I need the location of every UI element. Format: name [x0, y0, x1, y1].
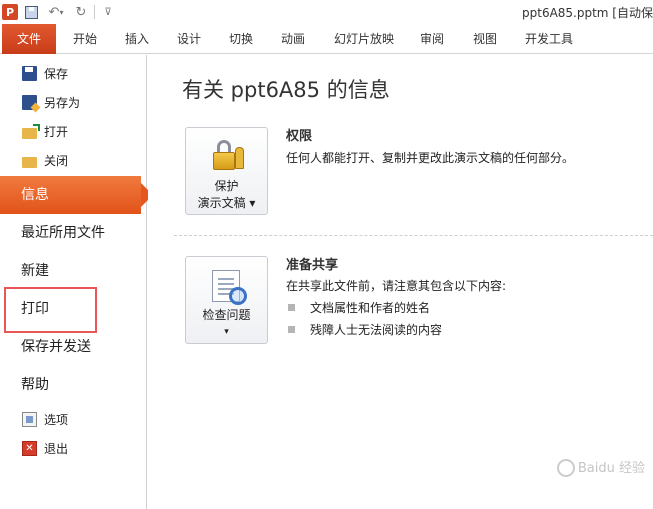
print-highlight-box	[4, 287, 97, 333]
tab-transitions[interactable]: 切换	[221, 24, 261, 54]
prepare-desc: 在共享此文件前，请注意其包含以下内容:	[286, 279, 507, 293]
tab-slideshow[interactable]: 幻灯片放映	[326, 24, 402, 54]
title-bar: P ↶ ▾ ↻ ⊽ ppt6A85.pptm [自动保	[0, 0, 653, 24]
undo-icon[interactable]: ↶ ▾	[44, 3, 68, 21]
nav-save-as-label: 另存为	[44, 96, 81, 110]
tab-design[interactable]: 设计	[169, 24, 209, 54]
powerpoint-logo-icon[interactable]: P	[2, 4, 18, 20]
protect-button-sublabel: 演示文稿 ▾	[197, 196, 256, 210]
nav-close[interactable]: 关闭	[0, 146, 147, 175]
nav-open[interactable]: 打开	[0, 117, 147, 146]
nav-save-send[interactable]: 保存并发送	[0, 328, 147, 366]
check-issues-label: 检查问题	[202, 308, 251, 322]
check-issues-dropdown-icon: ▾	[224, 327, 229, 337]
redo-icon[interactable]: ↻	[72, 3, 90, 21]
nav-recent[interactable]: 最近所用文件	[0, 214, 147, 252]
tab-insert[interactable]: 插入	[117, 24, 157, 54]
save-icon[interactable]	[22, 3, 40, 21]
nav-close-label: 关闭	[44, 154, 69, 168]
save-icon	[22, 66, 37, 81]
page-title: 有关 ppt6A85 的信息	[182, 78, 390, 102]
nav-options[interactable]: 选项	[0, 405, 147, 434]
list-item: 文档属性和作者的姓名	[288, 299, 430, 316]
inspect-document-icon	[209, 267, 247, 305]
close-folder-icon	[22, 156, 37, 168]
nav-open-label: 打开	[44, 125, 69, 139]
protect-button-label: 保护	[214, 179, 239, 193]
nav-info[interactable]: 信息	[0, 176, 153, 214]
tab-developer[interactable]: 开发工具	[518, 24, 580, 54]
nav-exit[interactable]: ✕ 退出	[0, 434, 147, 463]
prepare-title: 准备共享	[286, 258, 339, 273]
tab-animations[interactable]: 动画	[273, 24, 313, 54]
list-item: 残障人士无法阅读的内容	[288, 321, 442, 338]
permissions-title: 权限	[286, 129, 313, 144]
lock-icon	[209, 138, 245, 174]
watermark-logo-icon	[556, 459, 575, 477]
protect-presentation-button[interactable]: 保护 演示文稿 ▾	[185, 127, 268, 215]
nav-help[interactable]: 帮助	[0, 366, 147, 404]
tab-home[interactable]: 开始	[65, 24, 105, 54]
tab-file[interactable]: 文件	[2, 24, 56, 54]
open-folder-icon	[22, 123, 40, 139]
info-panel: 有关 ppt6A85 的信息 保护 演示文稿 ▾ 权限 任何人都能打开、复制并更…	[148, 55, 653, 509]
tab-review[interactable]: 审阅	[412, 24, 452, 54]
nav-save-label: 保存	[44, 67, 69, 81]
options-icon	[22, 412, 37, 427]
document-title: ppt6A85.pptm [自动保	[522, 6, 653, 20]
toolbar-separator	[94, 5, 95, 19]
permissions-desc: 任何人都能打开、复制并更改此演示文稿的任何部分。	[286, 151, 575, 165]
nav-new[interactable]: 新建	[0, 252, 147, 290]
customize-qat-icon[interactable]: ⊽	[99, 3, 117, 21]
ribbon-tabs: 文件 开始 插入 设计 切换 动画 幻灯片放映 审阅 视图 开发工具	[0, 24, 653, 54]
watermark: Baidu 经验	[556, 457, 645, 477]
check-for-issues-button[interactable]: 检查问题 ▾	[185, 256, 268, 344]
nav-options-label: 选项	[44, 413, 69, 427]
nav-save-as[interactable]: 另存为	[0, 88, 147, 117]
section-divider	[174, 235, 653, 236]
exit-icon: ✕	[22, 441, 37, 456]
save-as-icon	[22, 95, 37, 110]
quick-access-toolbar: P ↶ ▾ ↻ ⊽	[0, 2, 117, 22]
nav-save[interactable]: 保存	[0, 59, 147, 88]
tab-view[interactable]: 视图	[465, 24, 505, 54]
nav-exit-label: 退出	[44, 442, 69, 456]
backstage-nav: 保存 另存为 打开 关闭 信息 最近所用文件 新建 打印 保存并发送 帮助 选项…	[0, 55, 153, 509]
